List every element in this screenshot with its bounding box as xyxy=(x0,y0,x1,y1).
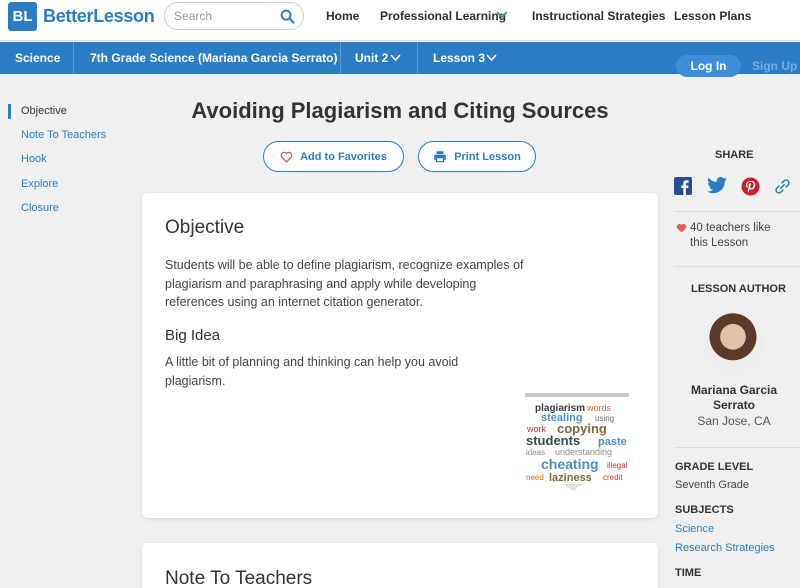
search-input[interactable] xyxy=(174,9,274,23)
pinterest-icon[interactable] xyxy=(741,177,760,196)
active-indicator xyxy=(8,104,11,119)
nav-home[interactable]: Home xyxy=(326,9,359,23)
add-to-favorites-button[interactable]: Add to Favorites xyxy=(263,141,404,172)
divider xyxy=(674,447,800,448)
breadcrumb-lesson[interactable]: Lesson 3 xyxy=(433,51,485,65)
print-lesson-label: Print Lesson xyxy=(454,150,521,163)
nav-instructional-strategies[interactable]: Instructional Strategies xyxy=(532,9,665,23)
big-idea-heading: Big Idea xyxy=(165,327,221,344)
print-lesson-button[interactable]: Print Lesson xyxy=(418,141,536,172)
heart-outline-icon xyxy=(280,151,293,163)
breadcrumb-divider xyxy=(340,42,341,74)
twitter-icon[interactable] xyxy=(706,177,728,195)
time-label: TIME xyxy=(675,567,702,579)
svg-text:need: need xyxy=(526,473,544,482)
grade-level-value: Seventh Grade xyxy=(675,479,749,491)
top-navbar: BL BetterLesson Home Professional Learni… xyxy=(0,0,800,41)
breadcrumb-subject[interactable]: Science xyxy=(15,51,60,65)
lesson-title: Avoiding Plagiarism and Citing Sources xyxy=(191,98,609,123)
svg-text:words: words xyxy=(586,403,612,413)
nav-lesson-plans[interactable]: Lesson Plans xyxy=(674,9,751,23)
author-avatar[interactable] xyxy=(702,312,764,374)
chevron-down-icon[interactable] xyxy=(390,54,401,62)
objective-card: Objective Students will be able to defin… xyxy=(142,193,658,518)
facebook-icon[interactable] xyxy=(674,177,692,195)
author-location: San Jose, CA xyxy=(697,414,771,428)
subject-link-research-strategies[interactable]: Research Strategies xyxy=(675,542,775,554)
printer-icon xyxy=(434,151,447,163)
logo-mark: BL xyxy=(8,2,37,31)
chevron-down-icon[interactable] xyxy=(486,54,497,62)
section-link-note-to-teachers[interactable]: Note To Teachers xyxy=(21,129,106,141)
svg-text:students: students xyxy=(526,433,580,448)
divider xyxy=(674,266,800,267)
author-name[interactable]: Mariana Garcia Serrato xyxy=(674,383,794,413)
plagiarism-word-cloud-image[interactable]: plagiarism words stealing using work cop… xyxy=(523,390,635,492)
divider xyxy=(674,211,800,212)
objective-text: Students will be able to define plagiari… xyxy=(165,258,524,309)
breadcrumb-unit[interactable]: Unit 2 xyxy=(355,51,388,65)
section-link-objective[interactable]: Objective xyxy=(21,105,67,117)
heart-icon[interactable] xyxy=(676,223,687,233)
likes-count-text: 40 teachers like this Lesson xyxy=(690,222,771,249)
svg-text:cheating: cheating xyxy=(541,456,599,472)
breadcrumb-course[interactable]: 7th Grade Science (Mariana Garcia Serrat… xyxy=(90,51,337,65)
lesson-author-label: LESSON AUTHOR xyxy=(691,283,786,295)
section-link-explore[interactable]: Explore xyxy=(21,178,58,190)
search-icon[interactable] xyxy=(280,9,295,24)
link-icon[interactable] xyxy=(773,177,792,196)
subjects-label: SUBJECTS xyxy=(675,504,734,516)
add-to-favorites-label: Add to Favorites xyxy=(300,150,387,163)
chevron-down-icon[interactable] xyxy=(496,10,508,20)
subject-link-science[interactable]: Science xyxy=(675,523,714,535)
breadcrumb-divider xyxy=(73,42,74,74)
objective-heading: Objective xyxy=(165,217,245,238)
share-label: SHARE xyxy=(715,149,754,161)
section-link-hook[interactable]: Hook xyxy=(21,153,47,165)
breadcrumb-divider xyxy=(417,42,418,74)
grade-level-label: GRADE LEVEL xyxy=(675,461,754,473)
signup-link[interactable]: Sign Up xyxy=(752,59,797,73)
svg-text:credit: credit xyxy=(603,473,623,482)
big-idea-text: A little bit of planning and thinking ca… xyxy=(165,355,459,388)
login-button[interactable]: Log In xyxy=(676,55,741,77)
svg-text:illegal: illegal xyxy=(607,461,628,470)
logo-text: BetterLesson xyxy=(43,6,155,26)
nav-professional-learning[interactable]: Professional Learning xyxy=(380,9,506,23)
note-to-teachers-heading: Note To Teachers xyxy=(165,568,313,588)
betterlesson-logo[interactable]: BL BetterLesson xyxy=(8,2,155,31)
svg-text:laziness: laziness xyxy=(549,472,592,484)
search-box xyxy=(164,2,304,30)
section-link-closure[interactable]: Closure xyxy=(21,202,59,214)
note-to-teachers-card: Note To Teachers xyxy=(142,543,658,588)
